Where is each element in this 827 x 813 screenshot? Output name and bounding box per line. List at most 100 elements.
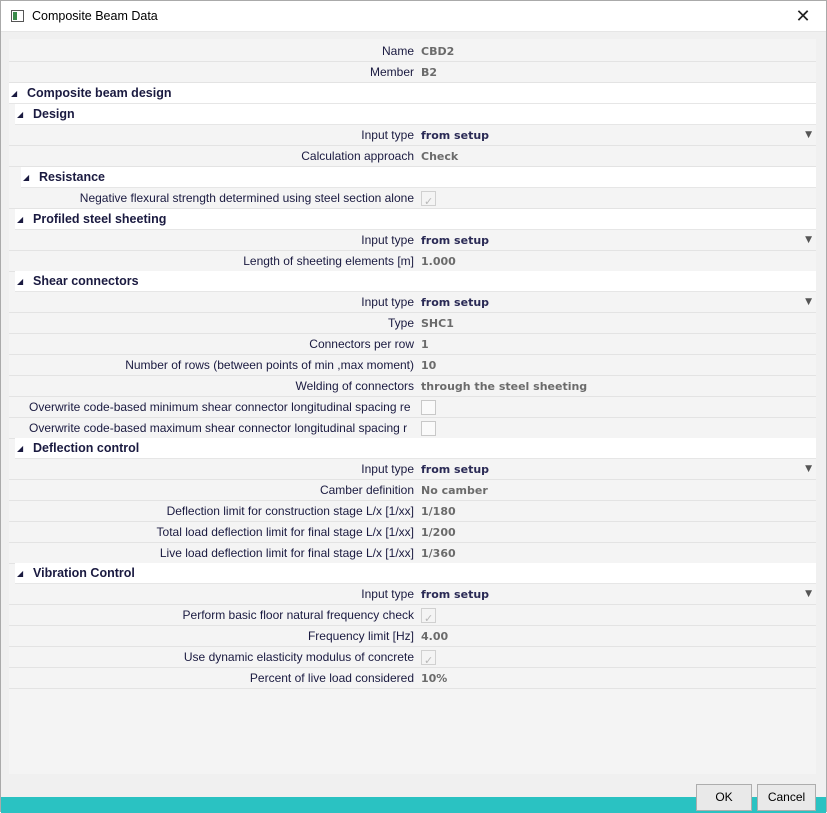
prop-label: Camber definition: [319, 483, 414, 497]
chevron-down-icon[interactable]: ▼: [805, 292, 812, 313]
live-deflection-value[interactable]: 1/360: [418, 543, 816, 564]
section-shear-connectors[interactable]: ◢ Shear connectors: [15, 271, 816, 292]
calculation-approach-value[interactable]: Check: [418, 146, 816, 167]
section-title: Design: [33, 107, 75, 121]
collapse-triangle-icon[interactable]: ◢: [23, 167, 29, 188]
prop-overwrite-max-spacing: Overwrite code-based maximum shear conne…: [9, 418, 816, 439]
section-title: Deflection control: [33, 441, 140, 455]
prop-label: Percent of live load considered: [249, 671, 414, 685]
prop-deflection-input-type: Input type from setup ▼: [9, 459, 816, 480]
shear-type-value[interactable]: SHC1: [418, 313, 816, 334]
prop-member-label: Member: [369, 65, 414, 79]
total-deflection-value[interactable]: 1/200: [418, 522, 816, 543]
prop-overwrite-min-spacing: Overwrite code-based minimum shear conne…: [9, 397, 816, 418]
prop-label: Calculation approach: [301, 149, 414, 163]
number-of-rows-value[interactable]: 10: [418, 355, 816, 376]
frequency-limit-value[interactable]: 4.00: [418, 626, 816, 647]
section-title: Resistance: [39, 170, 106, 184]
select-value: from setup: [421, 129, 490, 142]
close-icon[interactable]: ✕: [780, 1, 826, 32]
section-resistance[interactable]: ◢ Resistance: [21, 167, 816, 188]
collapse-triangle-icon[interactable]: ◢: [17, 438, 23, 459]
collapse-triangle-icon[interactable]: ◢: [17, 209, 23, 230]
prop-label: Welding of connectors: [295, 379, 414, 393]
connectors-per-row-value[interactable]: 1: [418, 334, 816, 355]
name-value[interactable]: CBD2: [418, 41, 816, 62]
min-spacing-value: [418, 397, 816, 418]
dynamic-modulus-value: [418, 647, 816, 671]
prop-total-deflection: Total load deflection limit for final st…: [9, 522, 816, 543]
member-value[interactable]: B2: [418, 62, 816, 83]
property-grid: Name CBD2 Member B2 ◢ Composite beam des…: [9, 39, 816, 774]
chevron-down-icon[interactable]: ▼: [805, 125, 812, 146]
basic-frequency-check-value: [418, 605, 816, 629]
negative-flexural-checkbox[interactable]: [421, 191, 436, 212]
shear-input-type-select[interactable]: from setup ▼: [418, 292, 816, 313]
prop-frequency-limit: Frequency limit [Hz] 4.00: [9, 626, 816, 647]
window-title: Composite Beam Data: [32, 9, 158, 23]
section-title: Profiled steel sheeting: [33, 212, 167, 226]
section-deflection-control[interactable]: ◢ Deflection control: [15, 438, 816, 459]
negative-flexural-value: [418, 188, 816, 212]
collapse-triangle-icon[interactable]: ◢: [17, 104, 23, 125]
prop-label: Overwrite code-based maximum shear conne…: [29, 421, 408, 435]
collapse-triangle-icon[interactable]: ◢: [17, 271, 23, 292]
prop-label: Overwrite code-based minimum shear conne…: [29, 400, 411, 414]
chevron-down-icon[interactable]: ▼: [805, 584, 812, 605]
dynamic-modulus-checkbox[interactable]: [421, 650, 436, 671]
prop-label: Number of rows (between points of min ,m…: [125, 358, 414, 372]
prop-calculation-approach: Calculation approach Check: [9, 146, 816, 167]
collapse-triangle-icon[interactable]: ◢: [11, 83, 17, 104]
vibration-input-type-select[interactable]: from setup ▼: [418, 584, 816, 605]
section-design[interactable]: ◢ Design: [15, 104, 816, 125]
basic-frequency-check-checkbox[interactable]: [421, 608, 436, 629]
construction-deflection-value[interactable]: 1/180: [418, 501, 816, 522]
prop-connectors-per-row: Connectors per row 1: [9, 334, 816, 355]
title-bar: Composite Beam Data ✕: [1, 1, 826, 32]
overwrite-min-spacing-checkbox[interactable]: [421, 400, 436, 415]
prop-member: Member B2: [9, 62, 816, 83]
prop-vibration-input-type: Input type from setup ▼: [9, 584, 816, 605]
sheeting-length-value[interactable]: 1.000: [418, 251, 816, 272]
prop-percent-live-load: Percent of live load considered 10%: [9, 668, 816, 689]
select-value: from setup: [421, 588, 490, 601]
section-title: Shear connectors: [33, 274, 139, 288]
prop-welding-of-connectors: Welding of connectors through the steel …: [9, 376, 816, 397]
prop-shear-input-type: Input type from setup ▼: [9, 292, 816, 313]
section-composite-beam-design[interactable]: ◢ Composite beam design: [9, 83, 816, 104]
camber-definition-value[interactable]: No camber: [418, 480, 816, 501]
cancel-button[interactable]: Cancel: [757, 784, 816, 811]
design-input-type-select[interactable]: from setup ▼: [418, 125, 816, 146]
collapse-triangle-icon[interactable]: ◢: [17, 563, 23, 584]
prop-label: Negative flexural strength determined us…: [79, 191, 414, 205]
section-title: Composite beam design: [27, 86, 172, 100]
prop-negative-flexural: Negative flexural strength determined us…: [9, 188, 816, 212]
section-vibration-control[interactable]: ◢ Vibration Control: [15, 563, 816, 584]
prop-number-of-rows: Number of rows (between points of min ,m…: [9, 355, 816, 376]
prop-label: Input type: [361, 462, 414, 476]
prop-label: Perform basic floor natural frequency ch…: [182, 608, 414, 622]
max-spacing-value: [418, 418, 816, 439]
section-title: Vibration Control: [33, 566, 135, 580]
prop-live-deflection: Live load deflection limit for final sta…: [9, 543, 816, 564]
chevron-down-icon[interactable]: ▼: [805, 230, 812, 251]
app-window-icon: [11, 10, 24, 22]
section-profiled-steel-sheeting[interactable]: ◢ Profiled steel sheeting: [15, 209, 816, 230]
prop-sheeting-length: Length of sheeting elements [m] 1.000: [9, 251, 816, 272]
select-value: from setup: [421, 463, 490, 476]
welding-value[interactable]: through the steel sheeting: [418, 376, 816, 397]
prop-basic-frequency-check: Perform basic floor natural frequency ch…: [9, 605, 816, 629]
overwrite-max-spacing-checkbox[interactable]: [421, 421, 436, 436]
percent-live-load-value[interactable]: 10%: [418, 668, 816, 689]
prop-name: Name CBD2: [9, 41, 816, 62]
prop-design-input-type: Input type from setup ▼: [9, 125, 816, 146]
prop-shear-type: Type SHC1: [9, 313, 816, 334]
ok-button[interactable]: OK: [696, 784, 752, 811]
chevron-down-icon[interactable]: ▼: [805, 459, 812, 480]
prop-label: Input type: [361, 128, 414, 142]
sheeting-input-type-select[interactable]: from setup ▼: [418, 230, 816, 251]
dialog-window: Composite Beam Data ✕ Name CBD2 Member B…: [0, 0, 827, 813]
prop-sheeting-input-type: Input type from setup ▼: [9, 230, 816, 251]
deflection-input-type-select[interactable]: from setup ▼: [418, 459, 816, 480]
prop-dynamic-modulus: Use dynamic elasticity modulus of concre…: [9, 647, 816, 671]
